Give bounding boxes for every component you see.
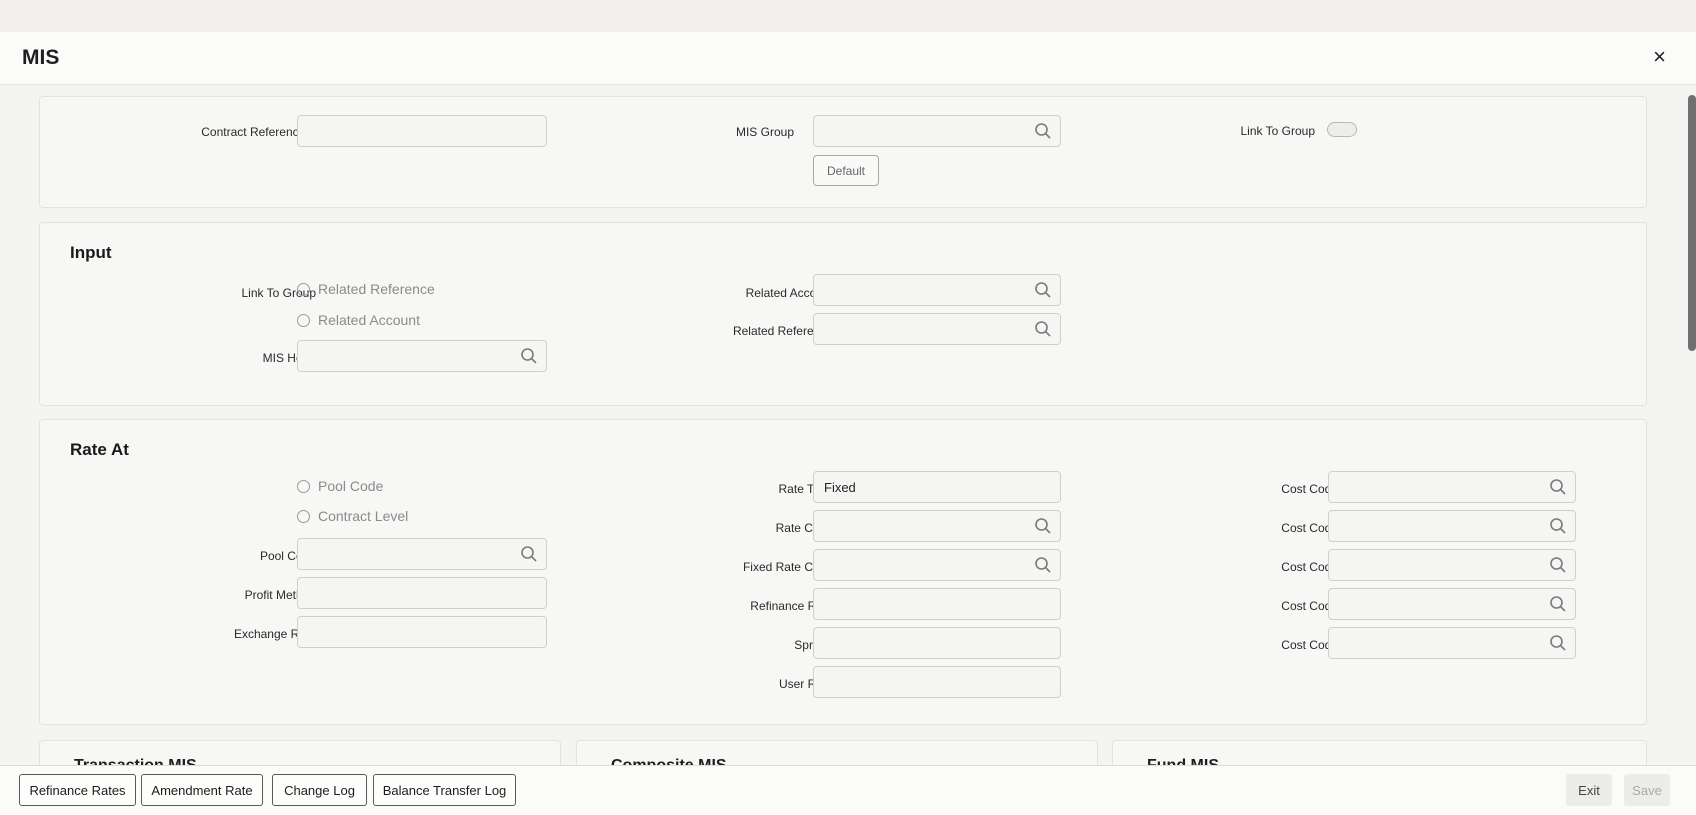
rate-at-panel: Rate At Pool Code Contract Level Pool Co… <box>39 419 1647 725</box>
user-rate-input[interactable] <box>813 666 1061 698</box>
default-button[interactable]: Default <box>813 155 879 186</box>
cost-code-2-input[interactable] <box>1328 510 1576 542</box>
cost-code-1-input[interactable] <box>1328 471 1576 503</box>
input-section-title: Input <box>70 243 112 262</box>
vertical-scrollbar[interactable] <box>1688 95 1696 351</box>
profit-method-input[interactable] <box>297 577 547 609</box>
fixed-rate-code-input[interactable] <box>813 549 1061 581</box>
search-icon[interactable] <box>1034 517 1052 535</box>
related-reference-radio[interactable]: Related Reference <box>297 281 435 297</box>
exchange-rate-input[interactable] <box>297 616 547 648</box>
exit-button[interactable]: Exit <box>1566 774 1612 806</box>
related-account-input[interactable] <box>813 274 1061 306</box>
top-band <box>0 0 1696 32</box>
refinance-rate-input[interactable] <box>813 588 1061 620</box>
search-icon[interactable] <box>1549 517 1567 535</box>
window-title: MIS <box>22 46 60 69</box>
radio-circle <box>297 313 310 327</box>
contract-panel: Contract Reference* MIS Group Default Li… <box>39 96 1647 208</box>
rate-code-input[interactable] <box>813 510 1061 542</box>
save-button[interactable]: Save <box>1624 774 1670 806</box>
search-icon[interactable] <box>1034 122 1052 140</box>
spread-input[interactable] <box>813 627 1061 659</box>
input-panel: Input Link To Group Related Reference Re… <box>39 222 1647 406</box>
search-icon[interactable] <box>1034 281 1052 299</box>
window-header: MIS × <box>0 32 1696 85</box>
search-icon[interactable] <box>1549 595 1567 613</box>
search-icon[interactable] <box>1549 478 1567 496</box>
search-icon[interactable] <box>1549 556 1567 574</box>
rate-at-section-title: Rate At <box>70 440 129 459</box>
mis-head-input[interactable] <box>297 340 547 372</box>
link-to-group-label: Link To Group <box>1240 124 1316 138</box>
radio-circle <box>297 282 310 296</box>
close-icon[interactable]: × <box>1653 44 1666 70</box>
related-account-radio[interactable]: Related Account <box>297 312 420 328</box>
search-icon[interactable] <box>1034 556 1052 574</box>
search-icon[interactable] <box>1034 320 1052 338</box>
pool-code-radio[interactable]: Pool Code <box>297 478 383 494</box>
contract-level-radio[interactable]: Contract Level <box>297 508 408 524</box>
change-log-button[interactable]: Change Log <box>272 774 367 806</box>
search-icon[interactable] <box>1549 634 1567 652</box>
link-to-group-toggle[interactable] <box>1327 122 1357 137</box>
amendment-rate-button[interactable]: Amendment Rate <box>141 774 263 806</box>
radio-circle <box>297 479 310 493</box>
pool-code-input[interactable] <box>297 538 547 570</box>
footer-toolbar: Refinance Rates Amendment Rate Change Lo… <box>0 765 1696 815</box>
mis-group-label: MIS Group <box>735 125 794 139</box>
search-icon[interactable] <box>520 545 538 563</box>
cost-code-3-input[interactable] <box>1328 549 1576 581</box>
search-icon[interactable] <box>520 347 538 365</box>
radio-circle <box>297 509 310 523</box>
refinance-rates-button[interactable]: Refinance Rates <box>19 774 136 806</box>
rate-type-input[interactable]: Fixed <box>813 471 1061 503</box>
balance-transfer-log-button[interactable]: Balance Transfer Log <box>373 774 516 806</box>
mis-group-input[interactable] <box>813 115 1061 147</box>
cost-code-5-input[interactable] <box>1328 627 1576 659</box>
related-reference-input[interactable] <box>813 313 1061 345</box>
contract-reference-input[interactable] <box>297 115 547 147</box>
cost-code-4-input[interactable] <box>1328 588 1576 620</box>
